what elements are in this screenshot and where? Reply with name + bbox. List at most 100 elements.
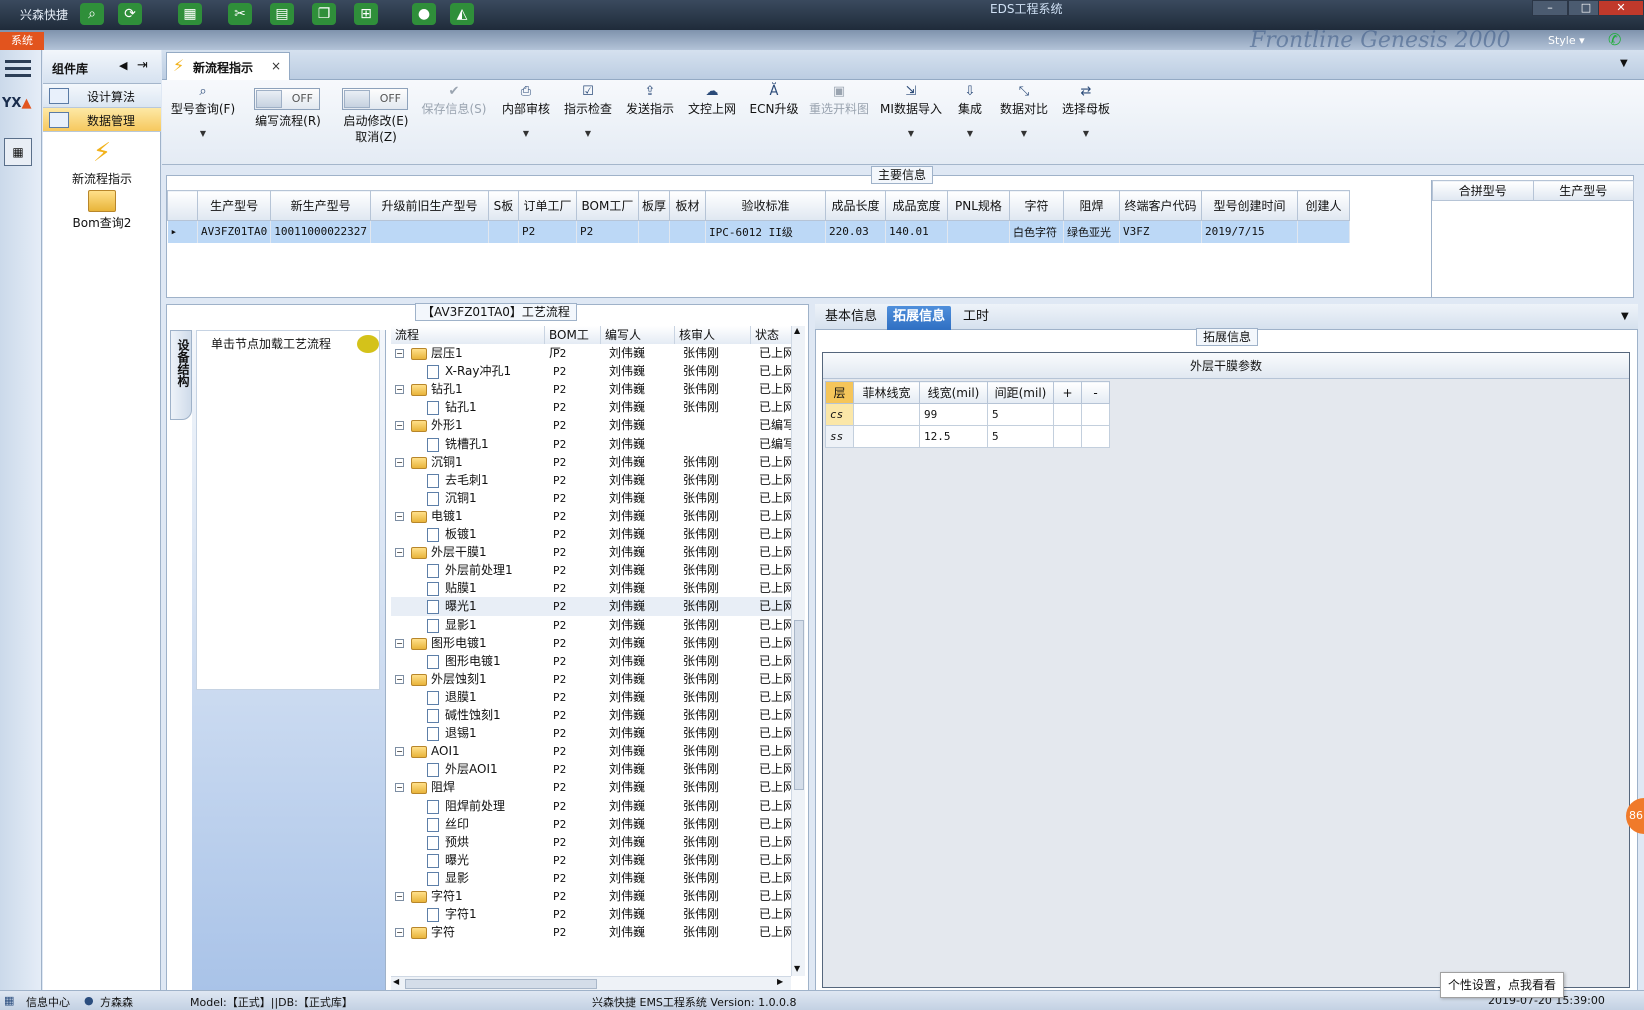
scroll-thumb[interactable] bbox=[405, 979, 597, 989]
node-hint-card[interactable]: 单击节点加载工艺流程 bbox=[196, 330, 380, 690]
main-cell[interactable] bbox=[488, 220, 519, 243]
main-cell[interactable] bbox=[1297, 220, 1350, 243]
style-dropdown[interactable]: Style ▾ bbox=[1548, 34, 1585, 47]
instruct-check-button[interactable]: ☑ 指示检查 ▼ bbox=[560, 84, 616, 138]
merge-model-header[interactable]: 合拼型号 bbox=[1432, 180, 1534, 201]
tree-row[interactable]: 阻焊前处理 P2 刘伟巍 张伟刚 已上网 bbox=[391, 797, 801, 816]
layer-cell[interactable]: 5 bbox=[987, 403, 1054, 426]
send-instruct-button[interactable]: ⇪ 发送指示 bbox=[622, 84, 678, 117]
column-header-process[interactable]: 流程 bbox=[391, 326, 545, 344]
row-selector-header[interactable] bbox=[167, 190, 198, 221]
layer-column-header[interactable]: 线宽(mil) bbox=[919, 381, 988, 404]
start-modify-toggle[interactable]: OFF bbox=[342, 88, 408, 110]
main-cell[interactable]: AV3FZ01TA0 bbox=[197, 220, 272, 243]
save-info-button[interactable]: ✔ 保存信息(S) bbox=[416, 84, 492, 117]
tree-row[interactable]: 字符1 P2 刘伟巍 张伟刚 已上网 bbox=[391, 905, 801, 924]
collapse-icon[interactable]: − bbox=[395, 674, 404, 684]
scroll-down-icon[interactable]: ▼ bbox=[794, 964, 800, 973]
collapse-icon[interactable]: − bbox=[395, 638, 404, 648]
main-column-header[interactable]: 订单工厂 bbox=[517, 190, 577, 221]
tree-row[interactable]: 沉铜1 P2 刘伟巍 张伟刚 已上网 bbox=[391, 489, 801, 508]
phone-icon[interactable]: ✆ bbox=[1608, 30, 1621, 49]
ecn-upgrade-button[interactable]: Ă ECN升级 bbox=[746, 84, 802, 117]
tree-row[interactable]: 铣槽孔1 P2 刘伟巍 已编写 bbox=[391, 435, 801, 454]
nav-item-data-management[interactable]: 数据管理 bbox=[43, 108, 161, 132]
horizontal-scrollbar[interactable]: ◀ ▶ bbox=[391, 976, 791, 990]
apps-icon[interactable]: ⊞ bbox=[354, 3, 378, 25]
collapse-icon[interactable]: − bbox=[395, 511, 404, 521]
cancel-label[interactable]: 取消(Z) bbox=[326, 128, 426, 145]
collapse-icon[interactable]: − bbox=[395, 457, 404, 467]
main-column-header[interactable]: 成品宽度 bbox=[884, 190, 948, 221]
main-column-header[interactable]: 板材 bbox=[668, 190, 706, 221]
close-button[interactable]: ✕ bbox=[1598, 0, 1644, 16]
tree-row[interactable]: − 钻孔1 P2 刘伟巍 张伟刚 已上网 bbox=[391, 380, 801, 399]
tree-row[interactable]: 碱性蚀刻1 P2 刘伟巍 张伟刚 已上网 bbox=[391, 706, 801, 725]
tree-row[interactable]: − 阻焊 P2 刘伟巍 张伟刚 已上网 bbox=[391, 778, 801, 797]
layer-cell[interactable]: 12.5 bbox=[919, 425, 988, 448]
scroll-right-icon[interactable]: ▶ bbox=[777, 977, 783, 986]
main-cell[interactable]: 2019/7/15 bbox=[1201, 220, 1298, 243]
main-cell[interactable] bbox=[370, 220, 489, 243]
collapse-icon[interactable]: − bbox=[395, 747, 404, 757]
collapse-icon[interactable]: − bbox=[395, 892, 404, 901]
layer-column-header[interactable]: + bbox=[1053, 381, 1082, 404]
grid-icon[interactable]: ▦ bbox=[4, 994, 14, 1007]
tree-row[interactable]: 外层AOI1 P2 刘伟巍 张伟刚 已上网 bbox=[391, 760, 801, 779]
layer-column-header[interactable]: 层 bbox=[825, 381, 854, 404]
main-column-header[interactable]: 成品长度 bbox=[824, 190, 886, 221]
main-cell[interactable]: 10011000022327 bbox=[270, 220, 371, 243]
calculator-icon[interactable]: ▦ bbox=[4, 138, 32, 166]
layer-cell[interactable]: 5 bbox=[987, 425, 1054, 448]
tree-row[interactable]: 贴膜1 P2 刘伟巍 张伟刚 已上网 bbox=[391, 579, 801, 598]
scroll-left-icon[interactable]: ◀ bbox=[393, 977, 399, 986]
chevron-down-icon[interactable]: ▼ bbox=[1621, 311, 1629, 322]
table-row[interactable]: ▸ AV3FZ01TA0 10011000022327 P2 P2 IPC-6012 II… bbox=[167, 220, 1350, 243]
tree-row[interactable]: 退膜1 P2 刘伟巍 张伟刚 已上网 bbox=[391, 688, 801, 707]
nav-item-design-algorithm[interactable]: 设计算法 bbox=[43, 84, 161, 108]
main-cell[interactable]: 220.03 bbox=[825, 220, 886, 243]
tree-row[interactable]: − 外层干膜1 P2 刘伟巍 张伟刚 已上网 bbox=[391, 543, 801, 562]
collapse-icon[interactable]: − bbox=[395, 928, 404, 938]
main-column-header[interactable]: S板 bbox=[487, 190, 519, 221]
tree-row[interactable]: 曝光1 P2 刘伟巍 张伟刚 已上网 bbox=[391, 597, 801, 617]
collapse-icon[interactable]: − bbox=[395, 421, 404, 431]
pin-icon[interactable]: ⇥ bbox=[137, 58, 148, 73]
layer-cell[interactable] bbox=[1053, 425, 1082, 448]
layer-cell[interactable] bbox=[1053, 403, 1082, 426]
main-column-header[interactable]: 板厚 bbox=[637, 190, 670, 221]
copy-icon[interactable]: ❐ bbox=[312, 3, 336, 25]
tree-row[interactable]: 钻孔1 P2 刘伟巍 张伟刚 已上网 bbox=[391, 398, 801, 417]
tree-row[interactable]: X-Ray冲孔1 P2 刘伟巍 张伟刚 已上网 bbox=[391, 362, 801, 381]
info-center-link[interactable]: 信息中心 bbox=[26, 994, 70, 1010]
main-column-header[interactable]: 字符 bbox=[1008, 190, 1064, 221]
main-column-header[interactable]: 新生产型号 bbox=[270, 190, 371, 221]
doc-upload-button[interactable]: ☁ 文控上网 bbox=[684, 84, 740, 117]
tree-row[interactable]: 丝印 P2 刘伟巍 张伟刚 已上网 bbox=[391, 815, 801, 834]
tab-extended-info[interactable]: 拓展信息 bbox=[887, 306, 952, 330]
layer-cell[interactable] bbox=[853, 425, 920, 448]
main-column-header[interactable]: 型号创建时间 bbox=[1200, 190, 1298, 221]
tree-row[interactable]: − 字符 P2 刘伟巍 张伟刚 已上网 bbox=[391, 923, 801, 942]
close-icon[interactable]: × bbox=[271, 59, 281, 73]
main-column-header[interactable]: 升级前旧生产型号 bbox=[369, 190, 489, 221]
mi-import-button[interactable]: ⇲ MI数据导入 ▼ bbox=[878, 84, 944, 138]
scroll-up-icon[interactable]: ▲ bbox=[794, 326, 800, 335]
tree-row[interactable]: 板镀1 P2 刘伟巍 张伟刚 已上网 bbox=[391, 525, 801, 544]
main-column-header[interactable]: BOM工厂 bbox=[575, 190, 639, 221]
chevron-down-icon[interactable]: ▼ bbox=[878, 129, 944, 138]
chevron-down-icon[interactable]: ▼ bbox=[498, 129, 554, 138]
collapse-left-icon[interactable]: ◀ bbox=[119, 59, 127, 72]
layer-cell[interactable]: cs bbox=[825, 403, 854, 426]
column-header-reviewer[interactable]: 核审人 bbox=[675, 326, 751, 344]
tree-row[interactable]: − 图形电镀1 P2 刘伟巍 张伟刚 已上网 bbox=[391, 634, 801, 653]
tree-row[interactable]: 去毛刺1 P2 刘伟巍 张伟刚 已上网 bbox=[391, 471, 801, 490]
main-column-header[interactable]: 终端客户代码 bbox=[1118, 190, 1202, 221]
chevron-down-icon[interactable]: ▼ bbox=[170, 129, 236, 138]
layer-cell[interactable]: ss bbox=[825, 425, 854, 448]
main-cell[interactable] bbox=[638, 220, 670, 243]
tree-row[interactable]: 显影 P2 刘伟巍 张伟刚 已上网 bbox=[391, 869, 801, 888]
table-row[interactable]: cs 99 5 bbox=[825, 403, 1110, 426]
main-cell[interactable]: IPC-6012 II级 bbox=[705, 220, 826, 243]
main-column-header[interactable]: 验收标准 bbox=[704, 190, 826, 221]
